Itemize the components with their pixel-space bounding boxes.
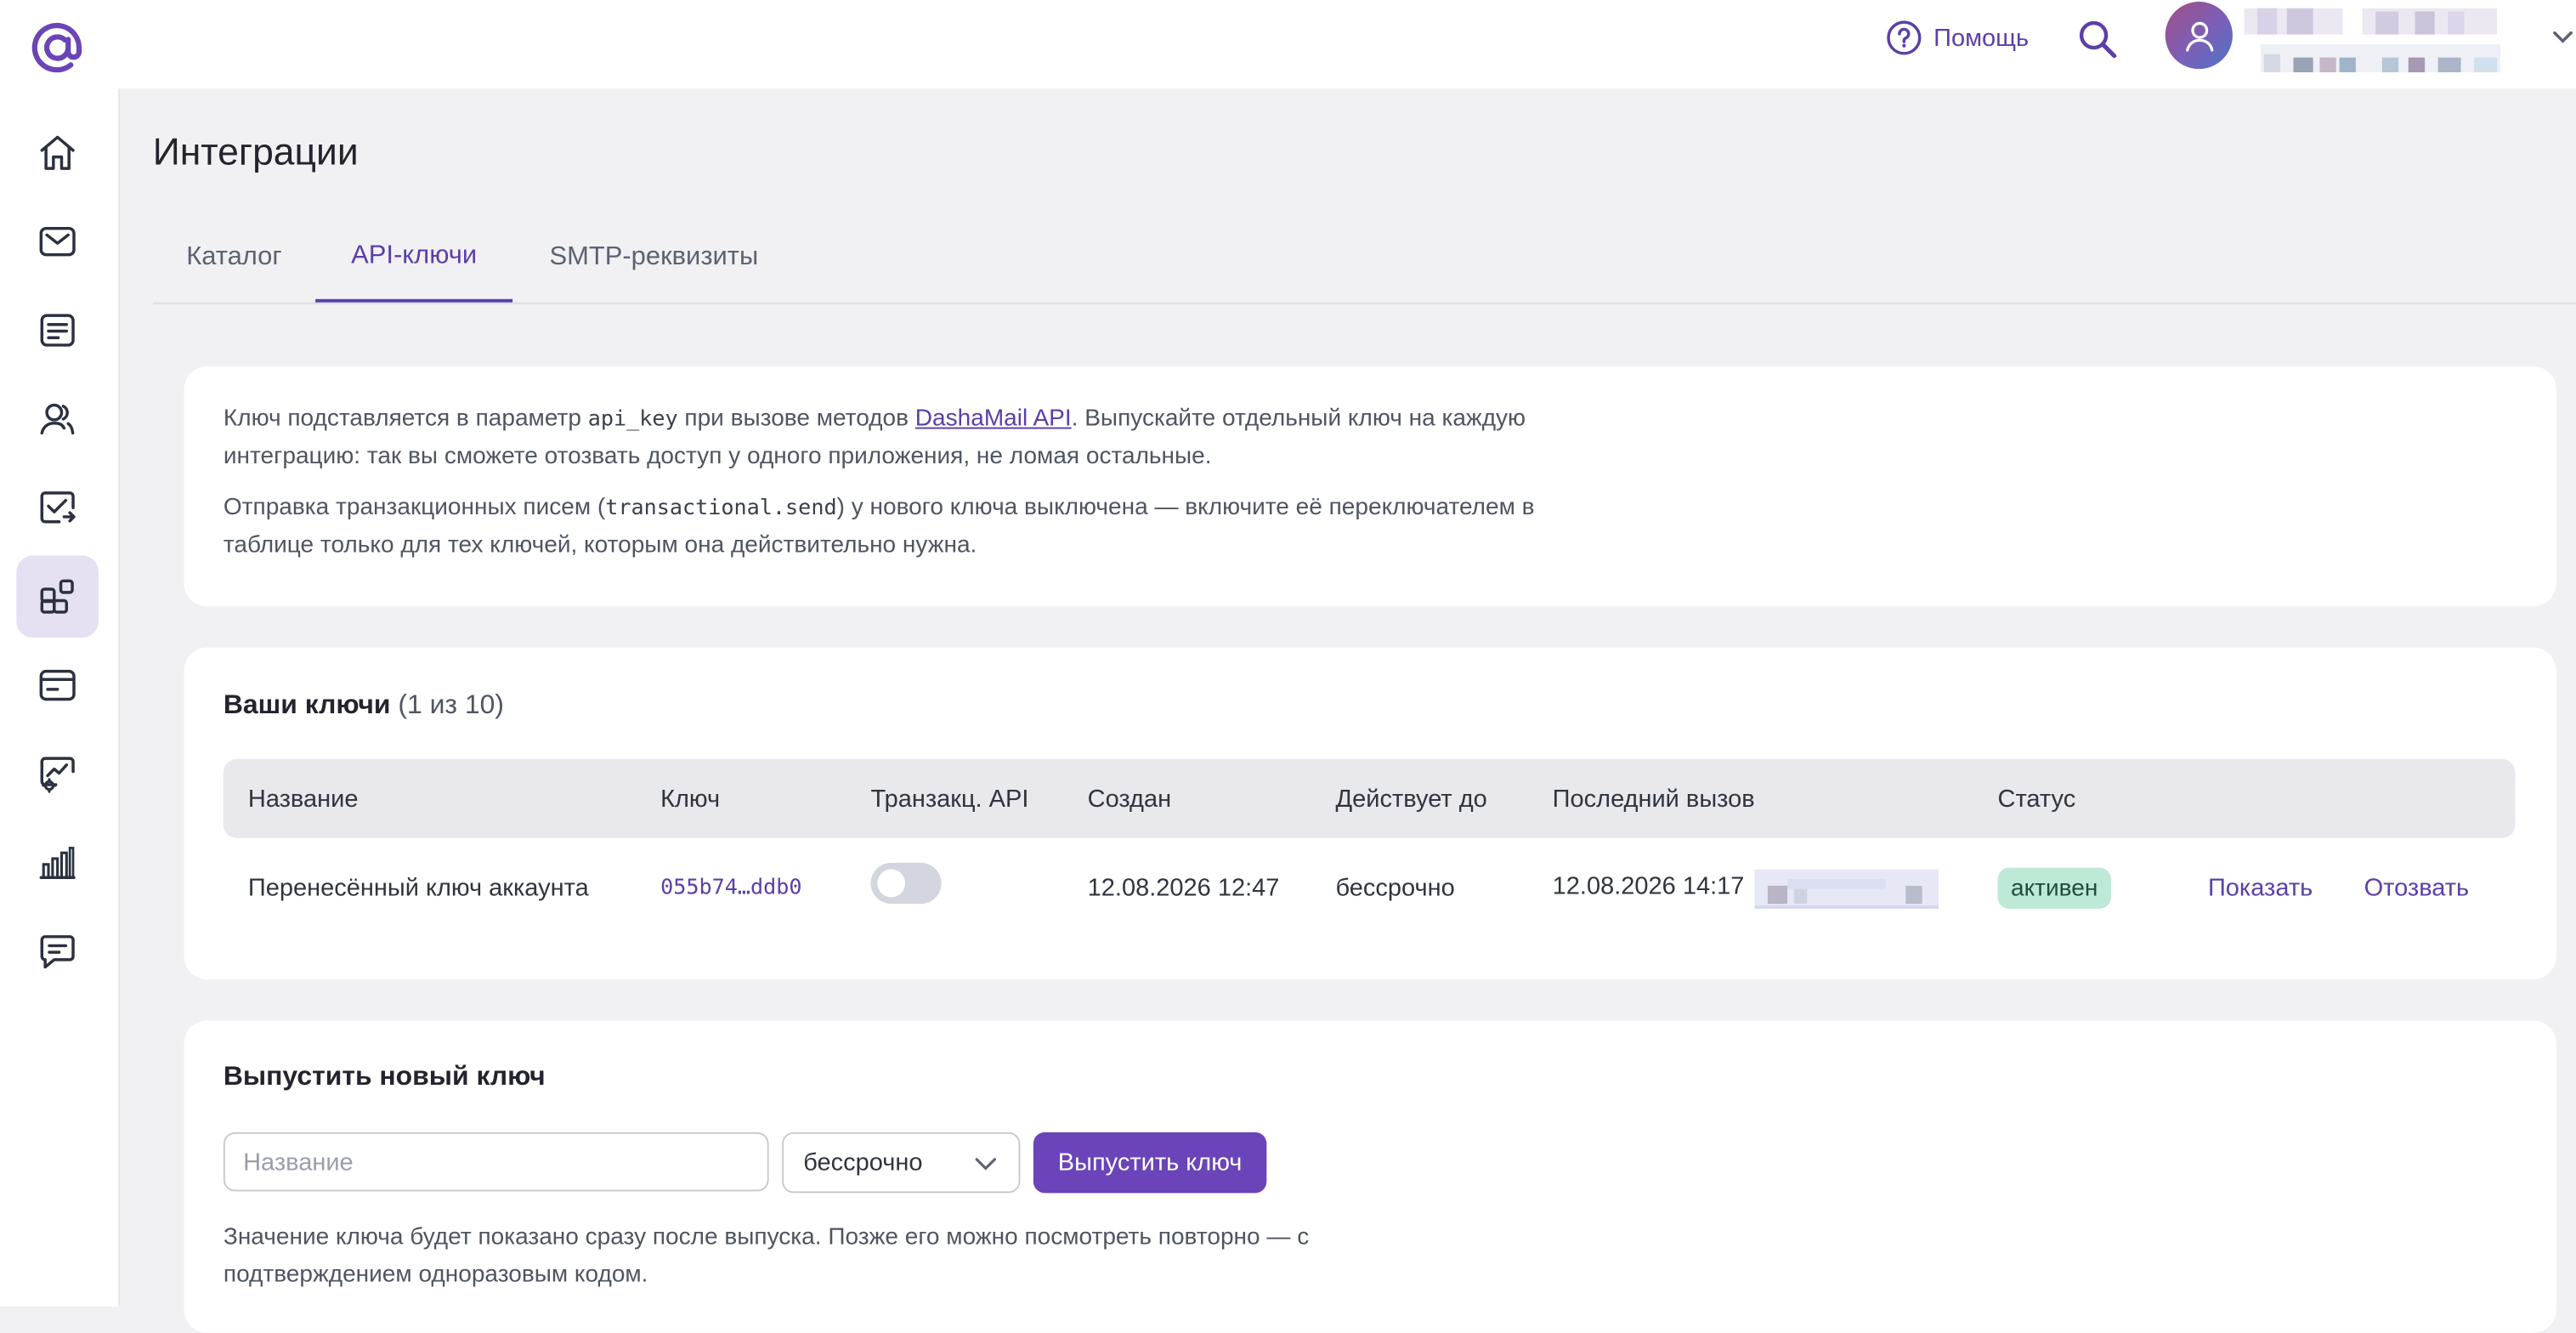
new-key-card: Выпустить новый ключ бессрочно Выпустить… [184,1020,2556,1333]
help-label: Помощь [1933,24,2030,52]
chat-icon [40,935,75,969]
dashamail-api-link[interactable]: DashaMail API [915,406,1072,432]
nav-lists[interactable] [16,289,99,372]
toggle-knob [877,869,906,898]
top-bar: Помощь [0,0,2576,89]
sidebar [0,88,121,1307]
param-code: api_key [587,407,678,433]
nav-mail[interactable] [16,201,99,283]
contacts-icon [40,403,75,435]
tab-api-keys[interactable]: API-ключи [315,213,513,303]
integrations-icon [40,579,74,614]
col-created: Создан [1087,785,1172,813]
row-name: Перенесённый ключ аккаунта [247,873,589,902]
keys-card: Ваши ключи (1 из 10) Название Ключ Транз… [184,647,2556,980]
nav-chat[interactable] [16,910,99,993]
tab-catalog[interactable]: Каталог [153,213,315,300]
status-badge: активен [1997,867,2111,909]
page-title: Интеграции [152,129,359,173]
nav-integrations[interactable] [16,555,99,638]
info-card: Ключ подставляется в параметр api_key пр… [184,366,2556,607]
mail-icon [39,226,76,257]
app-page: Помощь Интеграции Каталог API-ключи SMTP… [0,0,2576,1333]
nav-automation[interactable] [16,733,99,815]
new-key-title: Выпустить новый ключ [223,1061,546,1092]
nav-tasks[interactable] [16,467,99,549]
last-call-ip-redacted [1754,869,1939,909]
nav-statistics[interactable] [16,822,99,905]
logo-icon[interactable] [28,18,88,77]
col-last-call: Последний вызов [1552,785,1755,813]
task-check-icon [40,491,76,524]
new-key-hint: Значение ключа будет показано сразу посл… [223,1224,1310,1289]
list-icon [40,314,75,347]
transact-toggle[interactable] [870,862,942,905]
info-paragraph-2: Отправка транзакционных писем (transacti… [224,490,1537,565]
row-valid-until: бессрочно [1335,873,1455,902]
col-status: Статус [1997,785,2076,813]
table-header: Название Ключ Транзакц. API Создан Дейст… [223,759,2516,838]
term-select-value: бессрочно [803,1149,923,1177]
tab-smtp[interactable]: SMTP-реквизиты [512,213,795,300]
info-text: Ключ подставляется в параметр [223,406,588,433]
keys-count: (1 из 10) [398,689,505,720]
help-icon [1887,20,1922,55]
show-key-button[interactable]: Показать [2208,848,2313,927]
info-text: при вызове методов [677,406,915,433]
search-icon[interactable] [2076,18,2119,60]
info-text: Отправка транзакционных писем ( [223,494,606,521]
browser-window-icon [39,669,76,701]
nav-home[interactable] [16,111,99,194]
key-name-input[interactable] [223,1132,769,1192]
row-created: 12.08.2026 12:47 [1087,873,1280,902]
key-value[interactable]: 055b74…ddb0 [660,875,801,899]
avatar[interactable] [2165,1,2233,70]
chevron-down-icon [975,1158,996,1171]
help-link[interactable]: Помощь [1886,18,2029,57]
user-info-redacted[interactable] [2244,8,2506,74]
issue-key-button[interactable]: Выпустить ключ [1033,1132,1267,1194]
col-key: Ключ [660,785,721,813]
nav-templates[interactable] [16,644,99,727]
keys-title-text: Ваши ключи [223,689,391,720]
home-icon [40,135,75,170]
stats-bars-icon [39,847,76,879]
keys-title: Ваши ключи (1 из 10) [224,690,504,722]
nav-contacts[interactable] [16,378,99,461]
method-code: transactional.send [605,496,837,521]
tab-bar: Каталог API-ключи SMTP-реквизиты [152,213,2576,304]
revoke-key-button[interactable]: Отозвать [2364,848,2470,927]
dashboard-settings-icon [40,757,75,793]
info-paragraph-1: Ключ подставляется в параметр api_key пр… [224,401,1537,477]
user-icon [2185,20,2213,51]
chevron-down-icon[interactable] [2550,23,2576,49]
row-key: 055b74…ddb0 [660,848,801,927]
col-transact: Транзакц. API [870,785,1029,813]
row-last-call: 12.08.2026 14:17 [1552,871,1745,900]
col-name: Название [247,785,359,813]
term-select[interactable]: бессрочно [782,1132,1021,1194]
col-valid-until: Действует до [1335,785,1487,813]
